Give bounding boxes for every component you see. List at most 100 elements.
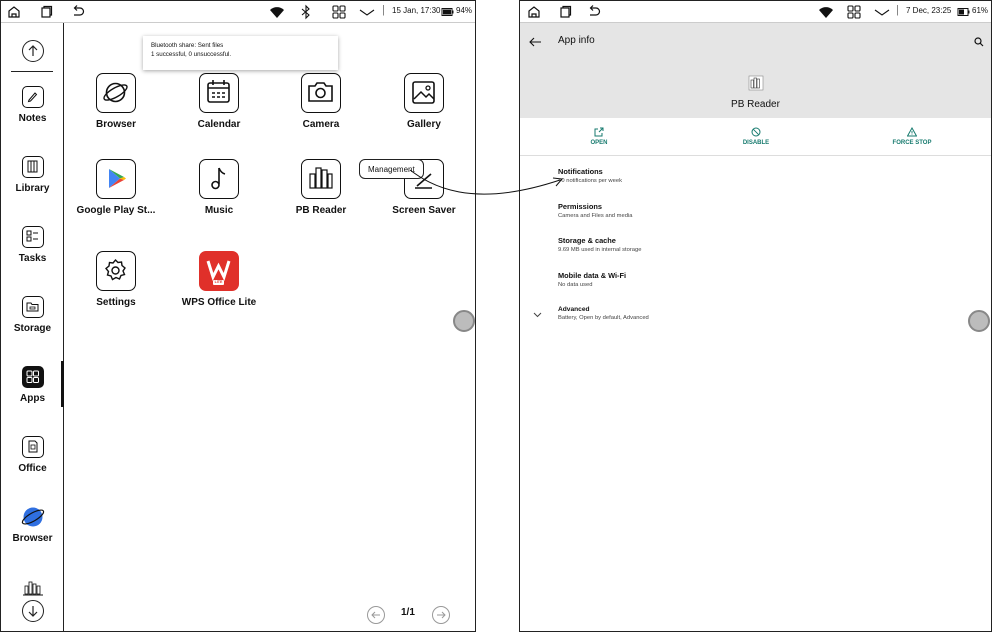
scroll-up-button[interactable] xyxy=(22,40,44,62)
toast-line-2: 1 successful, 0 unsuccessful. xyxy=(151,51,232,58)
chevron-down-icon[interactable] xyxy=(874,4,890,20)
setting-mobile-data-wifi[interactable]: Mobile data & Wi-Fi No data used xyxy=(558,271,978,299)
disable-button[interactable]: DISABLE xyxy=(706,124,806,152)
open-icon xyxy=(594,127,604,137)
status-bar: | 7 Dec, 23:25 61% xyxy=(520,1,991,23)
force-stop-icon xyxy=(907,127,917,137)
status-divider: | xyxy=(382,4,385,16)
app-google-play[interactable]: Google Play St... xyxy=(61,159,171,229)
sidebar: Notes Library Tasks Storage Apps Office … xyxy=(1,23,64,631)
app-camera[interactable]: Camera xyxy=(266,73,376,143)
sidebar-item-label: Office xyxy=(18,463,47,474)
wps-lite-badge: LITE xyxy=(214,280,223,284)
page-indicator: 1/1 xyxy=(401,607,415,618)
app-info-header: App info PB Reader xyxy=(520,23,991,118)
status-divider: | xyxy=(896,4,899,16)
camera-icon xyxy=(301,73,341,113)
toast-line-1: Bluetooth share: Sent files xyxy=(151,42,224,49)
setting-subtitle: Battery, Open by default, Advanced xyxy=(558,315,649,321)
wifi-icon xyxy=(819,7,833,18)
app-calendar[interactable]: Calendar xyxy=(164,73,274,143)
storage-icon xyxy=(22,296,44,318)
office-icon xyxy=(22,436,44,458)
setting-permissions[interactable]: Permissions Camera and Files and media xyxy=(558,202,978,230)
bluetooth-icon xyxy=(301,4,310,20)
app-browser[interactable]: Browser xyxy=(61,73,171,143)
setting-subtitle: Camera and Files and media xyxy=(558,213,633,219)
recent-apps-icon[interactable] xyxy=(38,4,54,20)
sidebar-item-tasks[interactable]: Tasks xyxy=(1,226,64,278)
sidebar-item-label: Storage xyxy=(13,323,52,334)
setting-advanced[interactable]: Advanced Battery, Open by default, Advan… xyxy=(558,306,978,334)
setting-subtitle: 9.69 MB used in internal storage xyxy=(558,247,642,253)
calendar-icon xyxy=(199,73,239,113)
chevron-down-icon[interactable] xyxy=(359,4,375,20)
next-page-button[interactable] xyxy=(432,606,450,624)
sidebar-item-label: Apps xyxy=(20,393,45,404)
floating-ball[interactable] xyxy=(453,310,475,332)
app-label: Gallery xyxy=(407,119,441,130)
floating-ball[interactable] xyxy=(968,310,990,332)
back-arrow-icon[interactable] xyxy=(528,36,542,48)
back-icon[interactable] xyxy=(586,4,602,20)
sidebar-item-notes[interactable]: Notes xyxy=(1,86,64,138)
right-device-screen: | 7 Dec, 23:25 61% App info PB Reader OP… xyxy=(519,0,992,632)
search-icon[interactable] xyxy=(974,37,984,47)
back-icon[interactable] xyxy=(70,4,86,20)
wps-office-icon: LITE xyxy=(199,251,239,291)
force-stop-button[interactable]: FORCE STOP xyxy=(862,124,962,152)
setting-storage-cache[interactable]: Storage & cache 9.69 MB used in internal… xyxy=(558,236,978,264)
music-icon xyxy=(199,159,239,199)
app-grid-icon[interactable] xyxy=(331,4,347,20)
browser-icon xyxy=(96,73,136,113)
recent-apps-icon[interactable] xyxy=(557,4,573,20)
gallery-icon xyxy=(404,73,444,113)
setting-title: Notifications xyxy=(558,167,603,176)
expand-chevron-icon[interactable] xyxy=(533,312,542,318)
pb-reader-small-icon[interactable] xyxy=(23,580,43,596)
sidebar-item-office[interactable]: Office xyxy=(1,436,64,488)
management-callout: Management xyxy=(359,159,424,179)
apps-icon xyxy=(22,366,44,388)
sidebar-item-label: Browser xyxy=(12,533,53,544)
setting-title: Permissions xyxy=(558,202,602,211)
scroll-down-button[interactable] xyxy=(22,600,44,622)
app-name: PB Reader xyxy=(731,99,780,110)
sidebar-item-label: Library xyxy=(15,183,50,194)
setting-notifications[interactable]: Notifications ~0 notifications per week xyxy=(558,167,978,195)
pb-reader-app-icon xyxy=(748,75,764,91)
page-title: App info xyxy=(558,35,595,46)
prev-page-button[interactable] xyxy=(367,606,385,624)
pb-reader-icon xyxy=(301,159,341,199)
bluetooth-toast: Bluetooth share: Sent files 1 successful… xyxy=(143,36,338,70)
force-stop-label: FORCE STOP xyxy=(892,140,932,146)
app-grid-icon[interactable] xyxy=(846,4,862,20)
app-settings[interactable]: Settings xyxy=(61,251,171,321)
open-label: OPEN xyxy=(590,140,608,146)
setting-title: Advanced xyxy=(558,306,590,313)
sidebar-item-apps[interactable]: Apps xyxy=(1,366,64,418)
disable-icon xyxy=(751,127,761,137)
play-store-icon xyxy=(96,159,136,199)
home-icon[interactable] xyxy=(6,4,22,20)
arrow-left-icon xyxy=(371,611,380,619)
open-button[interactable]: OPEN xyxy=(549,124,649,152)
app-label: WPS Office Lite xyxy=(181,297,257,308)
battery-icon xyxy=(957,8,970,16)
app-wps-office[interactable]: LITE WPS Office Lite xyxy=(164,251,274,321)
battery-percent: 61% xyxy=(972,6,989,15)
app-gallery[interactable]: Gallery xyxy=(369,73,475,143)
setting-subtitle: ~0 notifications per week xyxy=(558,178,622,184)
sidebar-item-browser[interactable]: Browser xyxy=(1,506,64,558)
app-label: Screen Saver xyxy=(392,205,456,216)
battery-icon xyxy=(441,8,454,16)
app-music[interactable]: Music xyxy=(164,159,274,229)
arrow-right-icon xyxy=(437,611,446,619)
sidebar-item-label: Tasks xyxy=(18,253,47,264)
app-actions: OPEN DISABLE FORCE STOP xyxy=(520,118,991,156)
setting-title: Mobile data & Wi-Fi xyxy=(558,271,627,280)
arrow-down-icon xyxy=(28,606,38,617)
home-icon[interactable] xyxy=(526,4,542,20)
tasks-icon xyxy=(22,226,44,248)
sidebar-item-library[interactable]: Library xyxy=(1,156,64,208)
